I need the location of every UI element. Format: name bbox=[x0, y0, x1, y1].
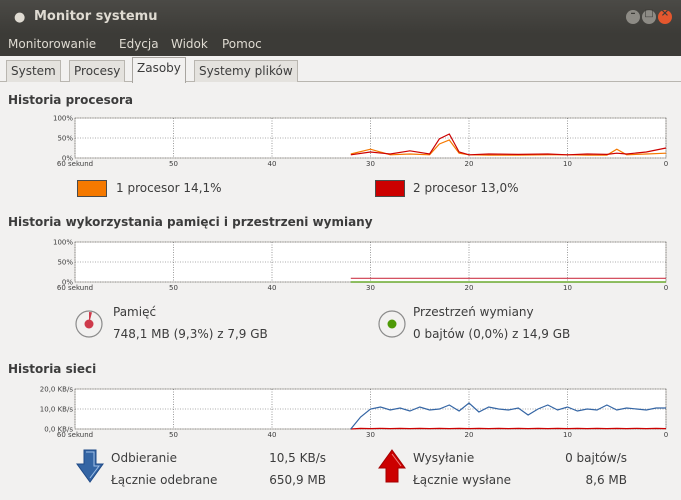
cpu2-color-swatch[interactable] bbox=[375, 180, 405, 197]
swap-label: Przestrzeń wymiany bbox=[413, 305, 534, 319]
sent-total-label: Łącznie wysłane bbox=[413, 473, 512, 487]
sending-label: Wysyłanie bbox=[413, 451, 475, 465]
cpu-section-title: Historia procesora bbox=[8, 93, 133, 107]
swap-pie-icon[interactable] bbox=[377, 309, 407, 339]
tab-procesy[interactable]: Procesy bbox=[69, 60, 126, 82]
tab-zasoby[interactable]: Zasoby bbox=[132, 57, 186, 83]
network-section-title: Historia sieci bbox=[8, 362, 97, 376]
menu-pomoc[interactable]: Pomoc bbox=[222, 37, 262, 51]
memory-xtick: 40 bbox=[268, 284, 277, 292]
network-history-graph: 20,0 KB/s10,0 KB/s0,0 KB/s60 sekund 50 40 3… bbox=[40, 386, 668, 440]
swap-value: 0 bajtów (0,0%) z 14,9 GB bbox=[413, 327, 571, 341]
cpu1-value: 14,1% bbox=[183, 181, 222, 195]
download-arrow-icon[interactable] bbox=[76, 449, 104, 483]
received-total-value: 650,9 MB bbox=[269, 473, 326, 487]
tab-systemy-plikow[interactable]: Systemy plików bbox=[194, 60, 298, 82]
receiving-value: 10,5 KB/s bbox=[269, 451, 326, 465]
memory-xtick: 10 bbox=[563, 284, 572, 292]
memory-xtick: 20 bbox=[465, 284, 474, 292]
window-title: Monitor systemu bbox=[34, 9, 158, 24]
network-ytick: 20,0 KB/s bbox=[40, 386, 74, 394]
network-xtick: 60 sekund bbox=[57, 431, 93, 439]
sending-line bbox=[350, 427, 667, 430]
cpu1-label: 1 procesor bbox=[116, 181, 180, 195]
memory-xtick: 60 sekund bbox=[57, 284, 93, 292]
menu-widok[interactable]: Widok bbox=[171, 37, 208, 51]
cpu-xtick: 20 bbox=[465, 160, 474, 168]
cpu-xtick: 0 bbox=[664, 160, 668, 168]
sending-value: 0 bajtów/s bbox=[565, 451, 627, 465]
cpu-xtick: 30 bbox=[366, 160, 375, 168]
network-xtick: 30 bbox=[366, 431, 375, 439]
network-ytick: 10,0 KB/s bbox=[40, 406, 74, 414]
menu-monitorowanie[interactable]: Monitorowanie bbox=[8, 37, 96, 51]
minimize-icon: – bbox=[630, 8, 636, 19]
cpu-xtick: 60 sekund bbox=[57, 160, 93, 168]
cpu1-legend: 1 procesor 14,1% bbox=[116, 181, 222, 195]
sent-total-value: 8,6 MB bbox=[585, 473, 627, 487]
close-icon: × bbox=[660, 8, 670, 19]
minimize-button[interactable]: – bbox=[626, 8, 640, 24]
memory-pie-icon[interactable] bbox=[74, 309, 104, 339]
memory-history-graph: 100%50%0%60 sekund 50 40 30 20 10 0 bbox=[53, 239, 668, 293]
memory-xtick: 0 bbox=[664, 284, 668, 292]
received-total-label: Łącznie odebrane bbox=[111, 473, 218, 487]
tab-system[interactable]: System bbox=[6, 60, 61, 82]
close-button[interactable]: × bbox=[658, 8, 672, 24]
cpu-xtick: 40 bbox=[268, 160, 277, 168]
receiving-label: Odbieranie bbox=[111, 451, 178, 465]
memory-section-title: Historia wykorzystania pamięci i przestr… bbox=[8, 215, 373, 229]
memory-xtick: 50 bbox=[169, 284, 178, 292]
cpu-ytick: 50% bbox=[57, 135, 73, 143]
memory-ytick: 50% bbox=[57, 259, 73, 267]
tab-bar: System Procesy Zasoby Systemy plików bbox=[0, 56, 681, 83]
cpu-history-graph: 100%50%0%60 sekund 50 40 30 20 10 0 bbox=[53, 115, 668, 169]
network-xtick: 0 bbox=[664, 431, 668, 439]
window-titlebar: ● Monitor systemu – □ × bbox=[0, 0, 681, 34]
maximize-button[interactable]: □ bbox=[642, 8, 656, 24]
memory-ytick: 100% bbox=[53, 239, 73, 247]
upload-arrow-icon[interactable] bbox=[378, 449, 406, 483]
menu-edycja[interactable]: Edycja bbox=[119, 37, 159, 51]
cpu-xtick: 50 bbox=[169, 160, 178, 168]
network-xtick: 20 bbox=[465, 431, 474, 439]
menubar: Monitorowanie Edycja Widok Pomoc bbox=[0, 34, 681, 56]
cpu2-legend: 2 procesor 13,0% bbox=[413, 181, 519, 195]
network-xtick: 40 bbox=[268, 431, 277, 439]
cpu2-value: 13,0% bbox=[480, 181, 519, 195]
maximize-icon: □ bbox=[644, 8, 654, 19]
memory-xtick: 30 bbox=[366, 284, 375, 292]
cpu-xtick: 10 bbox=[563, 160, 572, 168]
cpu-ytick: 100% bbox=[53, 115, 73, 123]
memory-label: Pamięć bbox=[113, 305, 157, 319]
cpu1-color-swatch[interactable] bbox=[77, 180, 107, 197]
network-xtick: 10 bbox=[563, 431, 572, 439]
app-menu-icon[interactable]: ● bbox=[14, 10, 25, 25]
network-xtick: 50 bbox=[169, 431, 178, 439]
cpu2-label: 2 procesor bbox=[413, 181, 477, 195]
memory-value: 748,1 MB (9,3%) z 7,9 GB bbox=[113, 327, 268, 341]
